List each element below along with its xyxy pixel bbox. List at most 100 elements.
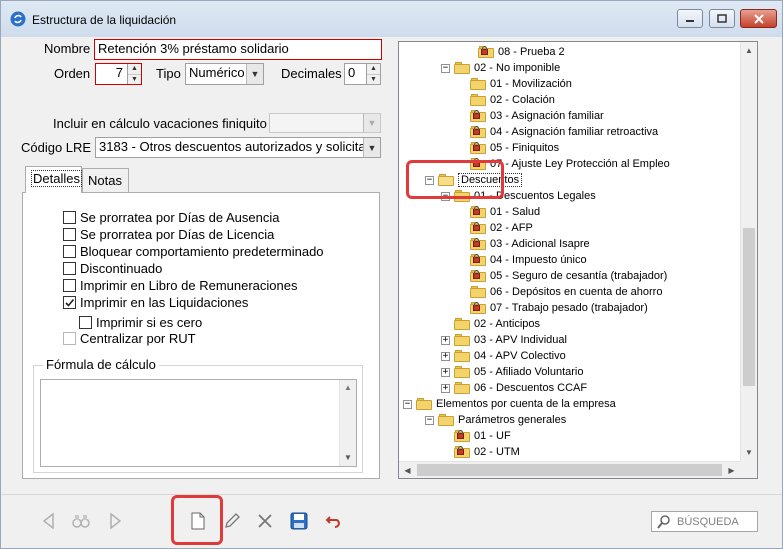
- tree-node[interactable]: +04 - APV Colectivo: [441, 348, 566, 364]
- close-button[interactable]: [740, 9, 777, 28]
- title-bar[interactable]: Estructura de la liquidación: [1, 1, 782, 37]
- expand-icon[interactable]: +: [441, 335, 450, 345]
- expand-icon[interactable]: +: [441, 367, 450, 377]
- checkbox-box[interactable]: [79, 316, 92, 329]
- spin-down-icon[interactable]: ▼: [128, 75, 141, 85]
- tab-detalles-label: Detalles: [31, 170, 82, 187]
- checkmark-icon: [65, 298, 75, 307]
- save-button[interactable]: [287, 509, 311, 533]
- checkbox-box[interactable]: [63, 245, 76, 258]
- tree-node-label: Parámetros generales: [458, 414, 567, 426]
- checkbox-box[interactable]: [63, 211, 76, 224]
- tree-node[interactable]: 02 - Colación: [457, 92, 555, 108]
- next-button[interactable]: [103, 509, 127, 533]
- search-button[interactable]: BÚSQUEDA: [651, 511, 758, 532]
- tab-notas[interactable]: Notas: [82, 168, 129, 193]
- collapse-icon[interactable]: −: [425, 415, 434, 425]
- checkbox-discontinuado[interactable]: Discontinuado: [63, 261, 162, 276]
- edit-button[interactable]: [220, 509, 244, 533]
- formula-title: Fórmula de cálculo: [43, 357, 159, 372]
- tree-node[interactable]: 07 - Trabajo pesado (trabajador): [457, 300, 648, 316]
- tree-node[interactable]: 02 - AFP: [457, 220, 533, 236]
- tree-node[interactable]: +03 - APV Individual: [441, 332, 567, 348]
- scroll-left-icon[interactable]: ◀: [399, 462, 416, 478]
- tree-node[interactable]: 01 - Movilización: [457, 76, 572, 92]
- folder-icon: [454, 366, 470, 378]
- spin-up-icon[interactable]: ▲: [367, 64, 380, 75]
- tree-node[interactable]: 03 - Adicional Isapre: [457, 236, 590, 252]
- checkbox-box[interactable]: [63, 228, 76, 241]
- spin-up-icon[interactable]: ▲: [128, 64, 141, 75]
- scroll-down-icon[interactable]: ▼: [340, 450, 356, 466]
- collapse-icon[interactable]: −: [441, 63, 450, 73]
- scroll-up-icon[interactable]: ▲: [340, 380, 356, 396]
- search-binoculars-button[interactable]: [69, 509, 93, 533]
- checkbox-box[interactable]: [63, 332, 76, 345]
- folder-icon: [416, 398, 432, 410]
- checkbox-prorratea-ausencia[interactable]: Se prorratea por Días de Ausencia: [63, 210, 279, 225]
- orden-input[interactable]: 7 ▲ ▼: [95, 63, 142, 85]
- tree-node[interactable]: − 02 - No imponible: [441, 60, 560, 76]
- maximize-button[interactable]: [709, 9, 735, 28]
- minimize-icon: [686, 19, 694, 22]
- checkbox-imprimir-cero[interactable]: Imprimir si es cero: [79, 315, 202, 330]
- tipo-select[interactable]: Numérico ▼: [185, 63, 264, 85]
- tree-node[interactable]: 04 - Asignación familiar retroactiva: [457, 124, 658, 140]
- decimales-input[interactable]: 0 ▲ ▼: [344, 63, 381, 85]
- checkbox-bloquear[interactable]: Bloquear comportamiento predeterminado: [63, 244, 324, 259]
- tree-node[interactable]: 01 - Salud: [457, 204, 540, 220]
- detalles-panel: Se prorratea por Días de Ausencia Se pro…: [22, 192, 380, 479]
- tree-node[interactable]: +06 - Descuentos CCAF: [441, 380, 587, 396]
- expand-icon[interactable]: +: [441, 383, 450, 393]
- tree-node[interactable]: +05 - Afiliado Voluntario: [441, 364, 583, 380]
- scroll-right-icon[interactable]: ▶: [723, 462, 740, 478]
- tree-node-label: 01 - Movilización: [490, 78, 572, 90]
- collapse-icon[interactable]: −: [403, 399, 412, 409]
- nombre-input[interactable]: Retención 3% préstamo solidario: [94, 39, 382, 60]
- scroll-up-icon[interactable]: ▲: [741, 42, 757, 59]
- tree-node[interactable]: 02 - Anticipos: [441, 316, 540, 332]
- tree-node-label: 02 - AFP: [490, 222, 533, 234]
- concept-tree[interactable]: 08 - Prueba 2 − 02 - No imponible 01 - Movi…: [398, 41, 758, 479]
- vacaciones-select[interactable]: ▼: [269, 113, 381, 133]
- tree-horizontal-scrollbar[interactable]: ◀ ▶: [399, 461, 740, 478]
- tipo-value: Numérico: [189, 65, 245, 80]
- expand-icon[interactable]: +: [441, 351, 450, 361]
- tree-node[interactable]: 05 - Seguro de cesantía (trabajador): [457, 268, 667, 284]
- tree-node[interactable]: 02 - UTM: [441, 444, 520, 460]
- tree-node[interactable]: − Parámetros generales: [425, 412, 566, 428]
- formula-textarea[interactable]: ▲ ▼: [40, 379, 357, 467]
- previous-button[interactable]: [37, 509, 61, 533]
- tree-vertical-scrollbar[interactable]: ▲ ▼: [740, 42, 757, 461]
- tab-detalles[interactable]: Detalles: [25, 166, 82, 193]
- formula-scrollbar[interactable]: ▲ ▼: [339, 380, 356, 466]
- chevron-down-icon[interactable]: ▼: [363, 114, 380, 132]
- orden-spinner[interactable]: ▲ ▼: [127, 64, 141, 84]
- checkbox-box[interactable]: [63, 262, 76, 275]
- tree-node[interactable]: 03 - Asignación familiar: [457, 108, 604, 124]
- delete-button[interactable]: [253, 509, 277, 533]
- highlight-descuentos: [406, 160, 504, 199]
- scroll-down-icon[interactable]: ▼: [741, 444, 757, 461]
- spin-down-icon[interactable]: ▼: [367, 75, 380, 85]
- undo-button[interactable]: [322, 509, 346, 533]
- tree-node[interactable]: 05 - Finiquitos: [457, 140, 559, 156]
- folder-icon: [454, 318, 470, 330]
- checkbox-box[interactable]: [63, 279, 76, 292]
- checkbox-imprimir-libro[interactable]: Imprimir en Libro de Remuneraciones: [63, 278, 297, 293]
- bottom-toolbar: BÚSQUEDA: [1, 494, 782, 548]
- checkbox-prorratea-licencia[interactable]: Se prorratea por Días de Licencia: [63, 227, 274, 242]
- checkbox-box[interactable]: [63, 296, 76, 309]
- checkbox-imprimir-liquidaciones[interactable]: Imprimir en las Liquidaciones: [63, 295, 248, 310]
- decimales-spinner[interactable]: ▲ ▼: [366, 64, 380, 84]
- chevron-down-icon[interactable]: ▼: [246, 64, 263, 84]
- tree-node[interactable]: − Elementos por cuenta de la empresa: [403, 396, 616, 412]
- tree-node[interactable]: 08 - Prueba 2: [465, 44, 565, 60]
- tree-node[interactable]: 01 - UF: [441, 428, 511, 444]
- scroll-thumb[interactable]: [743, 228, 755, 386]
- tree-node[interactable]: 06 - Depósitos en cuenta de ahorro: [457, 284, 662, 300]
- minimize-button[interactable]: [677, 9, 703, 28]
- checkbox-centralizar-rut[interactable]: Centralizar por RUT: [63, 331, 196, 346]
- scroll-thumb[interactable]: [417, 464, 722, 476]
- tree-node[interactable]: 04 - Impuesto único: [457, 252, 587, 268]
